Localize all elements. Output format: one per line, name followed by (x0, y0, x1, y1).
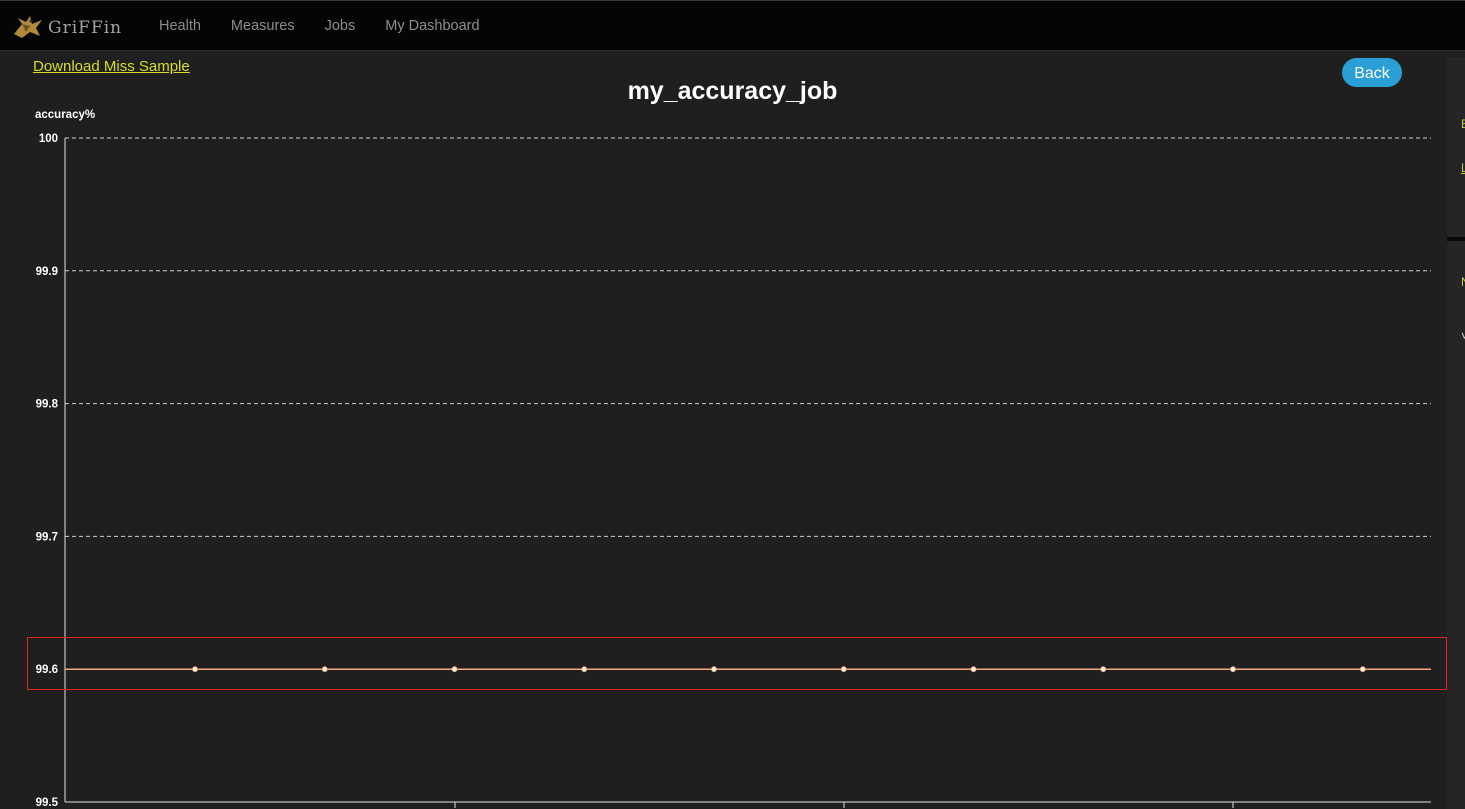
right-side-panel: E L N ˅ (1447, 57, 1465, 809)
data-point (581, 666, 588, 673)
y-tick-label: 99.5 (36, 797, 59, 809)
data-point (711, 666, 717, 673)
data-point (321, 666, 328, 673)
data-point (1100, 666, 1107, 673)
y-tick-label: 99.8 (36, 399, 59, 411)
y-tick-label: 100 (39, 133, 58, 145)
y-tick-label: 99.9 (36, 266, 58, 278)
right-panel-mark[interactable]: L (1461, 161, 1465, 175)
data-point (1230, 666, 1236, 673)
right-panel-divider (1447, 237, 1465, 241)
data-point (451, 666, 458, 673)
chevron-down-icon[interactable]: ˅ (1461, 329, 1465, 343)
data-point (840, 666, 847, 673)
data-point (192, 666, 198, 673)
data-point (970, 666, 977, 673)
y-tick-label: 99.6 (36, 664, 58, 676)
y-tick-label: 99.7 (36, 531, 58, 543)
right-panel-mark[interactable]: E (1461, 117, 1465, 131)
data-point (1359, 666, 1366, 673)
accuracy-line-chart: 100 99.9 99.8 99.7 99.6 99.5 (36, 133, 1431, 809)
right-panel-mark: N (1461, 275, 1465, 289)
